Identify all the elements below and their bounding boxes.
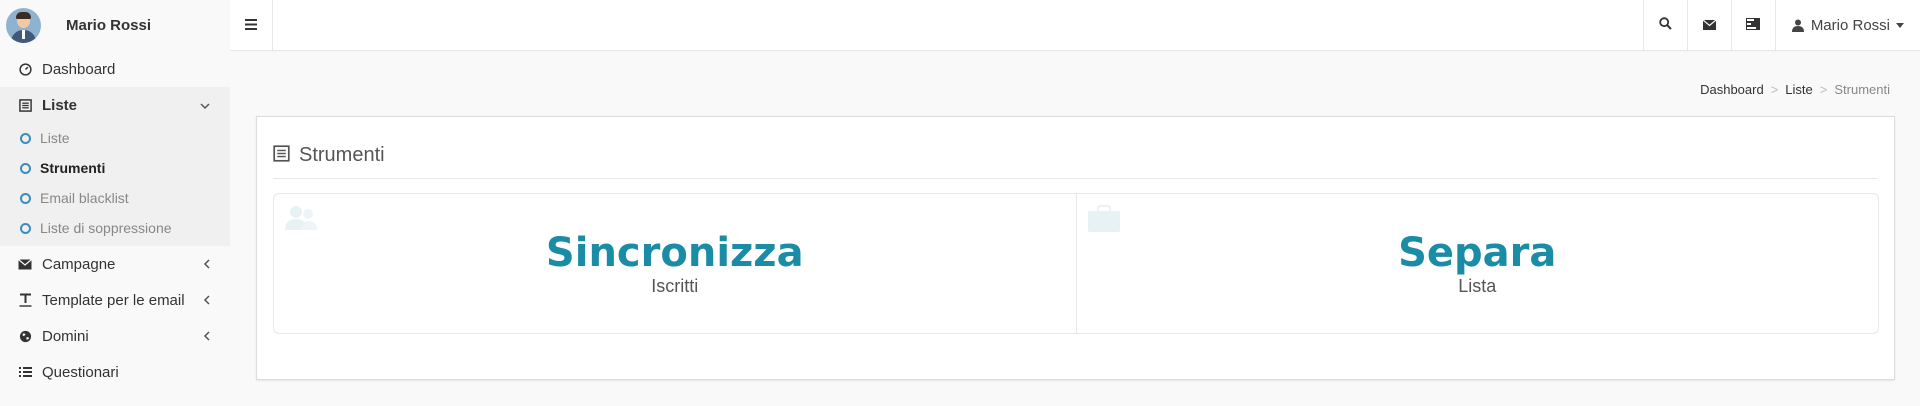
top-navbar: Mario Rossi xyxy=(230,0,1920,51)
sidebar-subitem-liste-soppressione[interactable]: Liste di soppressione xyxy=(0,213,230,243)
globe-icon xyxy=(18,329,32,343)
envelope-icon xyxy=(1702,17,1717,35)
user-menu[interactable]: Mario Rossi xyxy=(1774,0,1920,51)
list-alt-icon xyxy=(18,98,32,112)
breadcrumb-current: Strumenti xyxy=(1834,82,1890,97)
tile-title: Sincronizza xyxy=(545,229,804,276)
search-button[interactable] xyxy=(1642,0,1687,51)
sidebar-item-campagne[interactable]: Campagne xyxy=(0,246,230,282)
breadcrumb-link-dashboard[interactable]: Dashboard xyxy=(1700,82,1764,97)
envelope-icon xyxy=(18,257,32,271)
circle-icon xyxy=(20,222,31,234)
tile-subtitle: Lista xyxy=(1458,275,1497,296)
topbar-actions: Mario Rossi xyxy=(1642,0,1920,51)
list-icon xyxy=(18,365,32,379)
tile-subtitle: Iscritti xyxy=(651,275,699,296)
text-icon xyxy=(18,293,32,307)
sidebar-item-dashboard[interactable]: Dashboard xyxy=(0,51,230,87)
sidebar-item-label: Questionari xyxy=(42,363,119,381)
sidebar-subitem-email-blacklist[interactable]: Email blacklist xyxy=(0,183,230,213)
dashboard-icon xyxy=(18,62,32,76)
sidebar-subitem-liste[interactable]: Liste xyxy=(0,123,230,153)
circle-icon xyxy=(20,162,31,174)
chevron-down-icon xyxy=(200,98,210,113)
breadcrumb-link-liste[interactable]: Liste xyxy=(1785,82,1812,97)
caret-down-icon xyxy=(1896,23,1904,28)
sidebar-item-label: Campagne xyxy=(42,255,116,273)
sidebar-item-label: Dashboard xyxy=(42,60,116,78)
sidebar-subitem-strumenti[interactable]: Strumenti xyxy=(0,153,230,183)
tile-title: Separa xyxy=(1398,229,1557,276)
sidebar-item-label: Liste xyxy=(42,96,78,114)
sidebar-submenu-liste: Liste Strumenti Email blacklist Liste di… xyxy=(0,123,230,246)
breadcrumb-separator: > xyxy=(1819,82,1828,97)
hamburger-icon xyxy=(245,17,257,35)
tasks-button[interactable] xyxy=(1730,0,1775,51)
chevron-left-icon xyxy=(203,257,210,272)
panel-title: Strumenti xyxy=(299,144,385,166)
sidebar-subitem-label: Email blacklist xyxy=(40,190,129,206)
sidebar-item-questionari[interactable]: Questionari xyxy=(0,354,230,390)
sidebar-item-domini[interactable]: Domini xyxy=(0,318,230,354)
sidebar-nav: Dashboard Liste Liste Strumenti Email bl… xyxy=(0,51,230,390)
breadcrumb: Dashboard > Liste > Strumenti xyxy=(1700,82,1890,97)
user-menu-label: Mario Rossi xyxy=(1810,17,1890,34)
tile-separa[interactable]: Separa Lista xyxy=(1075,194,1879,333)
users-icon xyxy=(284,205,318,236)
sidebar-subitem-label: Strumenti xyxy=(40,160,106,176)
search-icon xyxy=(1659,16,1672,35)
circle-icon xyxy=(20,192,31,204)
sidebar-item-label: Template per le email xyxy=(42,291,185,309)
user-icon xyxy=(1791,19,1804,32)
sidebar-user-panel: Mario Rossi xyxy=(0,0,230,51)
list-alt-icon xyxy=(273,145,290,168)
avatar xyxy=(6,8,41,43)
sidebar-item-liste[interactable]: Liste xyxy=(0,87,230,123)
tasks-icon xyxy=(1746,17,1761,35)
sidebar: Mario Rossi Dashboard Liste Liste Strume… xyxy=(0,0,230,406)
chevron-left-icon xyxy=(203,329,210,344)
sidebar-item-template[interactable]: Template per le email xyxy=(0,282,230,318)
messages-button[interactable] xyxy=(1686,0,1731,51)
breadcrumb-separator: > xyxy=(1770,82,1779,97)
tile-sincronizza[interactable]: Sincronizza Iscritti xyxy=(274,194,1076,333)
briefcase-icon xyxy=(1087,205,1121,238)
chevron-left-icon xyxy=(203,293,210,308)
tools-tiles: Sincronizza Iscritti Separa Lista xyxy=(273,193,1879,334)
sidebar-item-label: Domini xyxy=(42,327,89,345)
panel-header: Strumenti xyxy=(273,144,1878,179)
sidebar-user-name: Mario Rossi xyxy=(66,17,152,34)
sidebar-toggle-button[interactable] xyxy=(230,0,273,51)
circle-icon xyxy=(20,132,31,144)
sidebar-subitem-label: Liste xyxy=(40,130,70,146)
tools-panel: Strumenti Sincronizza Iscritti Separa Li… xyxy=(256,116,1895,380)
sidebar-subitem-label: Liste di soppressione xyxy=(40,220,172,236)
